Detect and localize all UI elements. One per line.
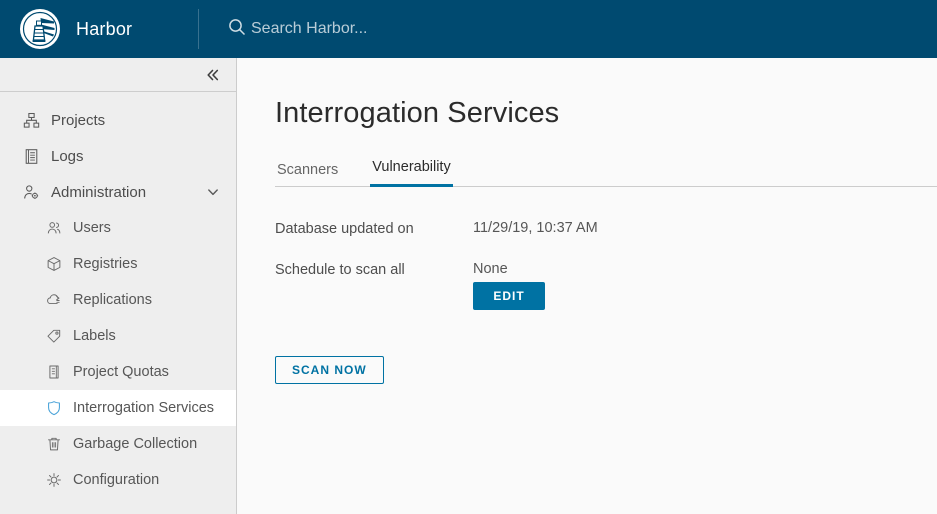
sidebar: Projects Logs xyxy=(0,58,237,514)
field-database-updated-on: Database updated on 11/29/19, 10:37 AM xyxy=(275,220,937,237)
header-divider xyxy=(198,9,199,49)
sidebar-item-label: Configuration xyxy=(73,472,159,488)
scan-now-button[interactable]: SCAN NOW xyxy=(275,356,384,384)
sidebar-item-label: Users xyxy=(73,220,111,236)
field-value: None xyxy=(473,261,545,277)
sidebar-item-label: Project Quotas xyxy=(73,364,169,380)
sidebar-item-label: Logs xyxy=(51,148,84,165)
sidebar-item-project-quotas[interactable]: Project Quotas xyxy=(0,354,236,390)
registries-cube-icon xyxy=(45,255,63,273)
field-label: Schedule to scan all xyxy=(275,261,473,278)
chevron-down-icon[interactable] xyxy=(206,185,220,199)
sidebar-item-label: Labels xyxy=(73,328,116,344)
logs-icon xyxy=(22,147,40,165)
app-header: Harbor xyxy=(0,0,937,58)
search-icon xyxy=(227,17,247,42)
sidebar-item-label: Projects xyxy=(51,112,105,129)
sidebar-item-label: Garbage Collection xyxy=(73,436,197,452)
main-content: Interrogation Services Scanners Vulnerab… xyxy=(238,58,937,514)
interrogation-services-shield-icon xyxy=(45,399,63,417)
sidebar-item-label: Administration xyxy=(51,184,146,201)
sidebar-item-interrogation-services[interactable]: Interrogation Services xyxy=(0,390,236,426)
sidebar-item-label: Registries xyxy=(73,256,137,272)
field-label: Database updated on xyxy=(275,220,473,237)
brand[interactable]: Harbor xyxy=(0,9,195,49)
field-value: 11/29/19, 10:37 AM xyxy=(473,220,598,236)
sidebar-item-replications[interactable]: Replications xyxy=(0,282,236,318)
sidebar-item-garbage-collection[interactable]: Garbage Collection xyxy=(0,426,236,462)
sidebar-header xyxy=(0,58,236,92)
replications-cloud-sync-icon xyxy=(45,291,63,309)
sidebar-item-label: Interrogation Services xyxy=(73,400,214,416)
tab-vulnerability[interactable]: Vulnerability xyxy=(370,159,452,187)
tab-scanners[interactable]: Scanners xyxy=(275,162,340,187)
sidebar-item-administration[interactable]: Administration xyxy=(0,174,236,210)
search-input[interactable] xyxy=(249,14,509,44)
page-title: Interrogation Services xyxy=(238,58,937,130)
vulnerability-settings-form: Database updated on 11/29/19, 10:37 AM S… xyxy=(238,187,937,310)
administration-user-gear-icon xyxy=(22,183,40,201)
sidebar-item-label: Replications xyxy=(73,292,152,308)
configuration-gear-icon xyxy=(45,471,63,489)
double-chevron-left-icon[interactable] xyxy=(202,64,224,86)
garbage-collection-trash-icon xyxy=(45,435,63,453)
sidebar-item-logs[interactable]: Logs xyxy=(0,138,236,174)
harbor-lighthouse-logo xyxy=(20,9,60,49)
sidebar-nav: Projects Logs xyxy=(0,92,236,498)
projects-icon xyxy=(22,111,40,129)
labels-tag-icon xyxy=(45,327,63,345)
edit-button[interactable]: EDIT xyxy=(473,282,545,310)
field-schedule-to-scan-all: Schedule to scan all None EDIT xyxy=(275,261,937,310)
brand-name: Harbor xyxy=(76,19,132,40)
sidebar-item-projects[interactable]: Projects xyxy=(0,102,236,138)
sidebar-item-users[interactable]: Users xyxy=(0,210,236,246)
sidebar-item-configuration[interactable]: Configuration xyxy=(0,462,236,498)
project-quotas-beaker-icon xyxy=(45,363,63,381)
sidebar-item-labels[interactable]: Labels xyxy=(0,318,236,354)
sidebar-item-registries[interactable]: Registries xyxy=(0,246,236,282)
tab-bar: Scanners Vulnerability xyxy=(238,155,937,187)
page-actions: SCAN NOW xyxy=(238,334,937,384)
users-group-icon xyxy=(45,219,63,237)
search-box[interactable] xyxy=(227,0,509,58)
